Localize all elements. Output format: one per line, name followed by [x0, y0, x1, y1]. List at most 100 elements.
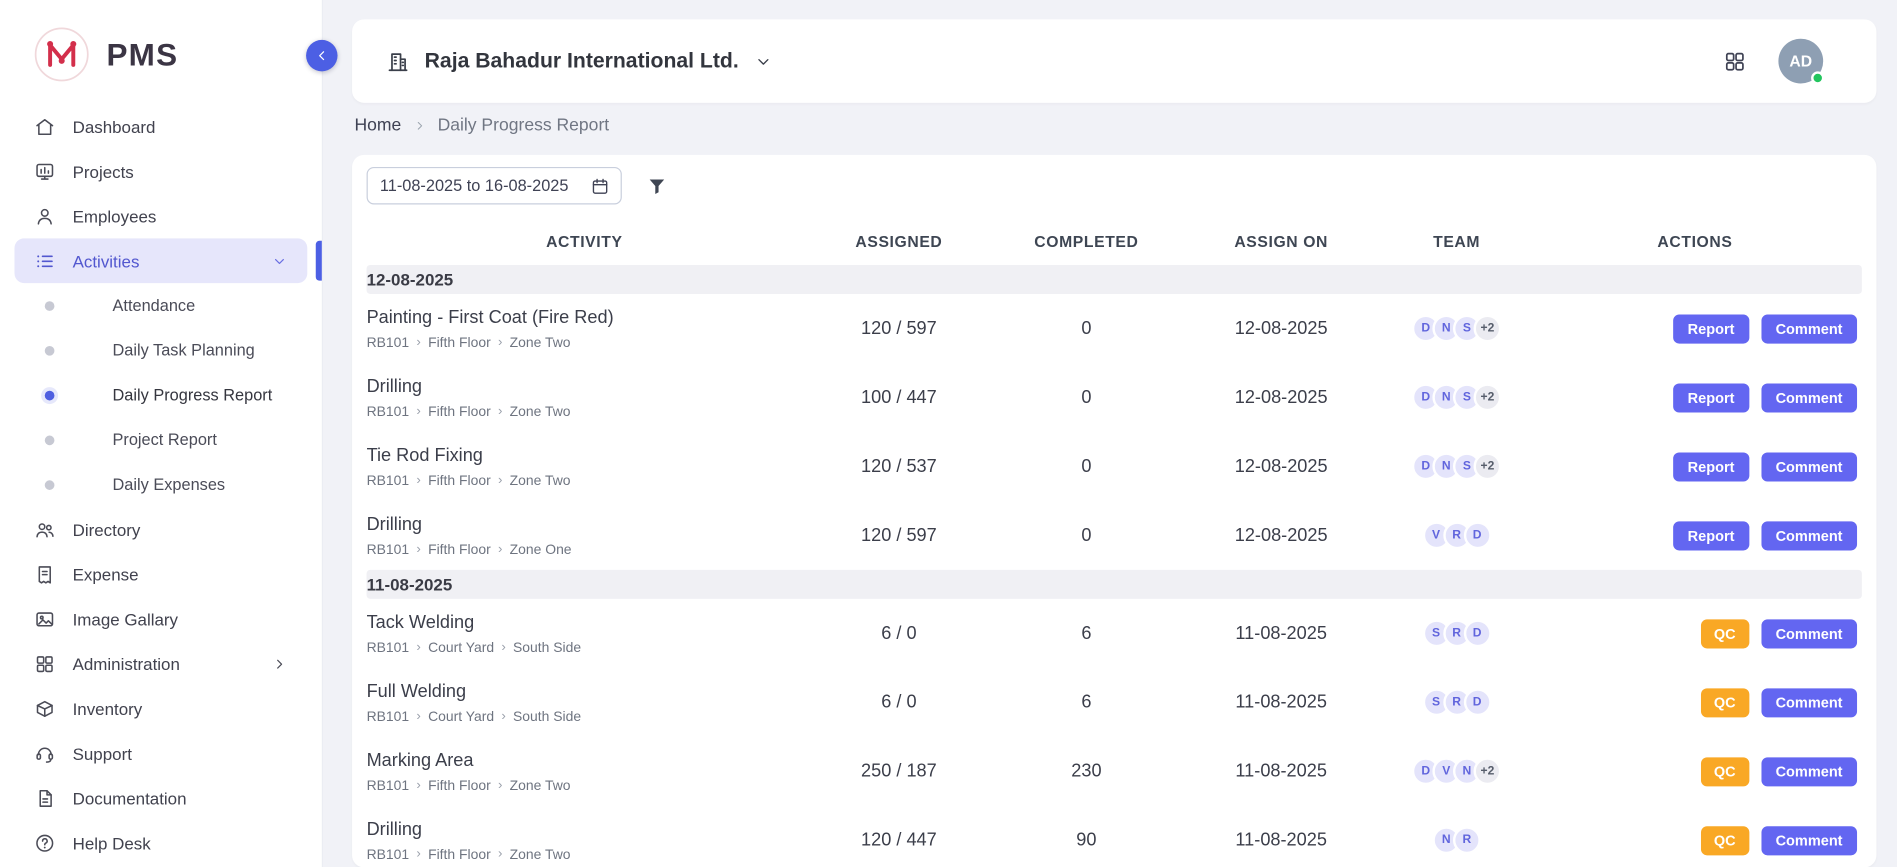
gallery-icon [34, 608, 56, 630]
team-extra-count[interactable]: +2 [1474, 315, 1502, 343]
qc-button[interactable]: QC [1701, 688, 1749, 717]
activity-row: DrillingRB101›Fifth Floor›Zone Two100 / … [367, 363, 1862, 432]
assign-on-date: 12-08-2025 [1177, 456, 1385, 477]
comment-button[interactable]: Comment [1761, 757, 1857, 786]
sidebar-item-dashboard[interactable]: Dashboard [15, 104, 308, 149]
assigned-value: 120 / 597 [802, 525, 996, 546]
completed-value: 0 [996, 387, 1177, 408]
sidebar-item-label: Image Gallary [73, 609, 178, 628]
location-segment: Court Yard [428, 710, 494, 725]
chevron-right-icon [271, 655, 288, 672]
chevron-right-icon: › [416, 641, 420, 654]
sidebar-subitem-daily-progress-report[interactable]: Daily Progress Report [0, 373, 322, 418]
topbar-right: AD [1723, 39, 1823, 84]
location-segment: Zone One [510, 543, 572, 558]
sidebar-item-documentation[interactable]: Documentation [15, 775, 308, 820]
chevron-right-icon: › [498, 543, 502, 556]
breadcrumb-home[interactable]: Home [354, 116, 401, 135]
team-avatar-chip[interactable]: D [1463, 619, 1491, 647]
table-body: 12-08-2025 Painting - First Coat (Fire Re… [367, 265, 1862, 867]
sidebar-item-inventory[interactable]: Inventory [15, 686, 308, 731]
comment-button[interactable]: Comment [1761, 619, 1857, 648]
sidebar-subitem-daily-expenses[interactable]: Daily Expenses [0, 462, 322, 507]
completed-value: 0 [996, 525, 1177, 546]
team-cell: VRD [1385, 521, 1528, 549]
assign-on-date: 12-08-2025 [1177, 318, 1385, 339]
report-button[interactable]: Report [1673, 452, 1749, 481]
actions-cell: QC Comment [1528, 826, 1862, 855]
qc-button[interactable]: QC [1701, 826, 1749, 855]
qc-button[interactable]: QC [1701, 619, 1749, 648]
apps-grid-icon[interactable] [1723, 49, 1747, 73]
team-avatar-chip[interactable]: D [1463, 688, 1491, 716]
sidebar-item-administration[interactable]: Administration [15, 641, 308, 686]
comment-button[interactable]: Comment [1761, 383, 1857, 412]
sidebar-item-help-desk[interactable]: Help Desk [15, 820, 308, 865]
sidebar-collapse-button[interactable] [306, 40, 337, 71]
inventory-icon [34, 697, 56, 719]
assigned-value: 100 / 447 [802, 387, 996, 408]
user-avatar[interactable]: AD [1778, 39, 1823, 84]
assign-on-date: 12-08-2025 [1177, 387, 1385, 408]
activity-title: Painting - First Coat (Fire Red) [367, 307, 803, 328]
report-button[interactable]: Report [1673, 521, 1749, 550]
comment-button[interactable]: Comment [1761, 688, 1857, 717]
employees-icon [34, 205, 56, 227]
home-icon [34, 116, 56, 138]
filter-icon[interactable] [646, 175, 668, 197]
support-icon [34, 742, 56, 764]
sidebar-subitem-label: Daily Expenses [113, 475, 226, 493]
column-header-completed: COMPLETED [996, 232, 1177, 250]
completed-value: 230 [996, 761, 1177, 782]
sidebar: PMS DashboardProjectsEmployeesActivities… [0, 0, 323, 867]
comment-button[interactable]: Comment [1761, 826, 1857, 855]
sidebar-subitem-label: Daily Progress Report [113, 386, 273, 404]
sidebar-item-label: Support [73, 743, 132, 762]
sidebar-item-employees[interactable]: Employees [15, 194, 308, 239]
completed-value: 90 [996, 830, 1177, 851]
sidebar-item-label: Documentation [73, 788, 187, 807]
date-range-value: 11-08-2025 to 16-08-2025 [380, 177, 569, 195]
sidebar-subitem-label: Daily Task Planning [113, 341, 255, 359]
app-title: PMS [106, 36, 178, 74]
sidebar-item-support[interactable]: Support [15, 731, 308, 776]
activity-cell: Marking AreaRB101›Fifth Floor›Zone Two [367, 749, 803, 793]
location-segment: RB101 [367, 405, 410, 420]
team-avatar-chip[interactable]: R [1453, 826, 1481, 854]
sidebar-subitem-attendance[interactable]: Attendance [0, 283, 322, 328]
sidebar-subitem-daily-task-planning[interactable]: Daily Task Planning [0, 328, 322, 373]
sidebar-item-image-gallary[interactable]: Image Gallary [15, 596, 308, 641]
activity-row: DrillingRB101›Fifth Floor›Zone Two120 / … [367, 806, 1862, 867]
team-cell: DNS+2 [1385, 384, 1528, 412]
sidebar-item-activities[interactable]: Activities [15, 238, 308, 283]
actions-cell: Report Comment [1528, 452, 1862, 481]
assign-on-date: 11-08-2025 [1177, 761, 1385, 782]
comment-button[interactable]: Comment [1761, 452, 1857, 481]
report-button[interactable]: Report [1673, 383, 1749, 412]
date-range-input[interactable]: 11-08-2025 to 16-08-2025 [367, 167, 622, 205]
comment-button[interactable]: Comment [1761, 314, 1857, 343]
team-extra-count[interactable]: +2 [1474, 452, 1502, 480]
location-segment: Fifth Floor [428, 474, 491, 489]
company-name: Raja Bahadur International Ltd. [425, 48, 739, 73]
assign-on-date: 11-08-2025 [1177, 830, 1385, 851]
sidebar-item-expense[interactable]: Expense [15, 552, 308, 597]
actions-cell: Report Comment [1528, 383, 1862, 412]
sidebar-subitem-project-report[interactable]: Project Report [0, 417, 322, 462]
qc-button[interactable]: QC [1701, 757, 1749, 786]
date-group-header: 11-08-2025 [367, 570, 1862, 599]
activity-title: Marking Area [367, 749, 803, 770]
bullet-dot-icon [45, 345, 55, 355]
activity-location-path: RB101›Fifth Floor›Zone Two [367, 847, 803, 862]
team-extra-count[interactable]: +2 [1474, 757, 1502, 785]
location-segment: RB101 [367, 336, 410, 351]
activity-title: Tie Rod Fixing [367, 445, 803, 466]
team-extra-count[interactable]: +2 [1474, 384, 1502, 412]
sidebar-item-directory[interactable]: Directory [15, 507, 308, 552]
team-avatar-chip[interactable]: D [1463, 521, 1491, 549]
comment-button[interactable]: Comment [1761, 521, 1857, 550]
chevron-right-icon: › [498, 848, 502, 861]
sidebar-item-projects[interactable]: Projects [15, 149, 308, 194]
company-selector[interactable]: Raja Bahadur International Ltd. [386, 48, 773, 73]
report-button[interactable]: Report [1673, 314, 1749, 343]
